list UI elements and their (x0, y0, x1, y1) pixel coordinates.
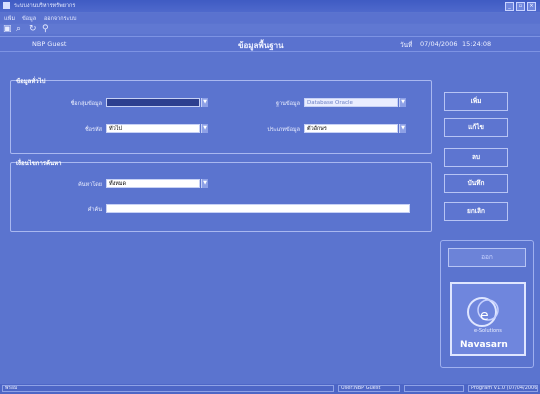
minimize-button[interactable]: _ (505, 2, 514, 11)
database-dropdown-icon[interactable]: ▼ (399, 98, 406, 107)
date-value: 07/04/2006 (420, 40, 458, 48)
time-value: 15:24:08 (462, 40, 492, 48)
menu-item-file[interactable]: แฟ้ม (4, 15, 15, 23)
toolbar: ▣ ⌕ ↻ ⚲ (0, 24, 540, 34)
group-name-dropdown-icon[interactable]: ▼ (201, 98, 208, 107)
code-name-label: ชื่อรหัส (85, 127, 102, 133)
logo-subtext: e-Solutions (474, 328, 502, 334)
date-label: วันที่ (400, 41, 413, 49)
save-button[interactable]: บันทึก (444, 174, 508, 193)
current-user: NBP Guest (32, 40, 67, 48)
maximize-button[interactable]: ▫ (516, 2, 525, 11)
data-type-dropdown-icon[interactable]: ▼ (399, 124, 406, 133)
search-by-dropdown-icon[interactable]: ▼ (201, 179, 208, 188)
search-by-label: ค้นหาโดย (78, 182, 102, 188)
company-logo: e e-Solutions Navasarn (450, 282, 526, 356)
app-icon (3, 2, 10, 9)
exit-button[interactable]: ออก (448, 248, 526, 267)
logo-letter-e: e (480, 308, 489, 324)
filter-icon[interactable]: ⚲ (42, 24, 49, 34)
search-group (10, 162, 432, 232)
search-group-title: เงื่อนไขการค้นหา (16, 160, 62, 167)
code-name-dropdown-icon[interactable]: ▼ (201, 124, 208, 133)
cancel-button[interactable]: ยกเลิก (444, 202, 508, 221)
close-button[interactable]: × (527, 2, 536, 11)
database-field[interactable]: Database Oracle (304, 98, 398, 107)
keyword-label: คำค้น (87, 207, 102, 213)
info-bar: NBP Guest ข้อมูลพื้นฐาน วันที่ 07/04/200… (0, 36, 540, 52)
window-icon[interactable]: ▣ (3, 24, 12, 34)
group-name-field[interactable] (106, 98, 200, 107)
general-info-title: ข้อมูลทั่วไป (16, 78, 46, 85)
menu-bar: แฟ้ม ข้อมูล ออกจากระบบ (0, 13, 540, 23)
status-message: พร้อม (2, 385, 334, 392)
window-title-bar: ระบบงานบริหารทรัพยากร _ ▫ × (0, 0, 540, 12)
logo-swirl-icon: e (467, 297, 499, 327)
window-controls: _ ▫ × (505, 2, 536, 11)
logo-text: Navasarn (460, 340, 508, 350)
search-icon[interactable]: ⌕ (16, 24, 21, 34)
status-user: User:NBP Guest (338, 385, 400, 392)
page-title: ข้อมูลพื้นฐาน (238, 41, 284, 50)
database-label: ฐานข้อมูล (276, 101, 300, 107)
window-title: ระบบงานบริหารทรัพยากร (14, 3, 76, 9)
add-button[interactable]: เพิ่ม (444, 92, 508, 111)
refresh-icon[interactable]: ↻ (29, 24, 37, 34)
search-by-field[interactable]: ทั้งหมด (106, 179, 200, 188)
edit-button[interactable]: แก้ไข (444, 118, 508, 137)
general-info-group (10, 80, 432, 154)
status-empty (404, 385, 464, 392)
keyword-input[interactable] (106, 204, 410, 213)
delete-button[interactable]: ลบ (444, 148, 508, 167)
group-name-label: ชื่อกลุ่มข้อมูล (70, 101, 102, 107)
code-name-field[interactable]: ทั่วไป (106, 124, 200, 133)
data-type-field[interactable]: ตัวอักษร (304, 124, 398, 133)
data-type-label: ประเภทข้อมูล (267, 127, 300, 133)
status-bar: พร้อม User:NBP Guest Program V1.0 (07/04… (0, 384, 540, 394)
menu-item-logout[interactable]: ออกจากระบบ (44, 15, 76, 23)
status-program: Program V1.0 (07/04/2006) (468, 385, 538, 392)
menu-item-data[interactable]: ข้อมูล (22, 15, 36, 23)
